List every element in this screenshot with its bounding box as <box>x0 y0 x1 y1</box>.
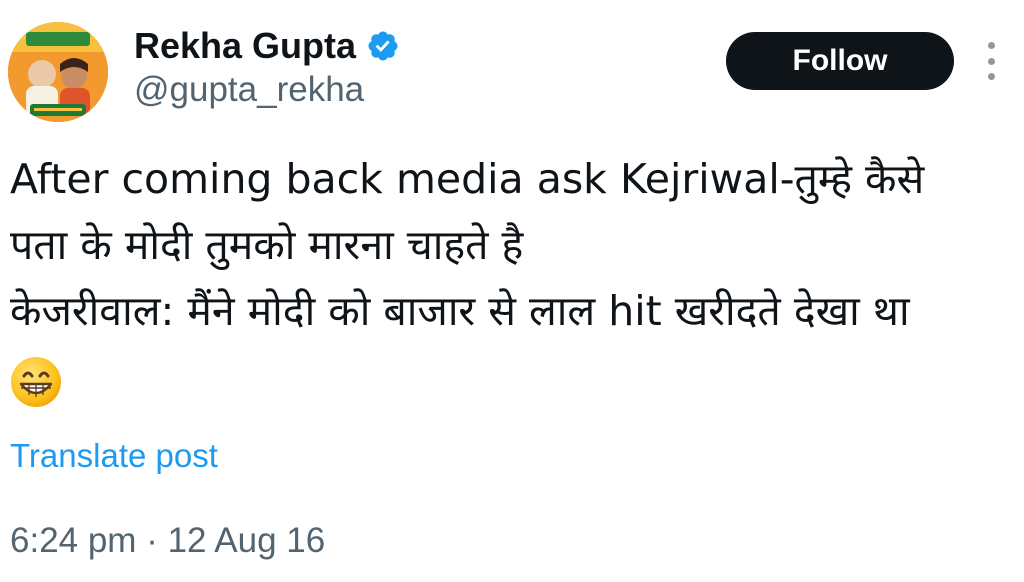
verified-badge-icon <box>366 29 400 63</box>
more-options-icon[interactable] <box>984 42 998 80</box>
grinning-face-icon <box>10 356 62 408</box>
more-dot <box>987 73 995 80</box>
more-dot <box>987 42 995 49</box>
display-name[interactable]: Rekha Gupta <box>134 24 356 68</box>
avatar-image <box>8 22 108 122</box>
post-line: पता के मोदी तुमको मारना चाहते है <box>10 221 524 269</box>
post-line: केजरीवाल: मैंने मोदी को बाजार से लाल hit… <box>10 287 910 335</box>
author-name-row[interactable]: Rekha Gupta <box>134 22 400 70</box>
tweet-card: Rekha Gupta @gupta_rekha Follow After co… <box>0 0 1024 582</box>
more-dot <box>987 57 995 65</box>
post-line: After coming back media ask Kejriwal-तुम… <box>10 155 925 203</box>
avatar[interactable] <box>8 22 108 122</box>
post-text: After coming back media ask Kejriwal-तुम… <box>10 146 1010 344</box>
follow-button[interactable]: Follow <box>726 32 954 90</box>
translate-post-link[interactable]: Translate post <box>10 434 218 478</box>
author-handle[interactable]: @gupta_rekha <box>134 68 364 112</box>
post-timestamp[interactable]: 6:24 pm · 12 Aug 16 <box>10 518 325 564</box>
